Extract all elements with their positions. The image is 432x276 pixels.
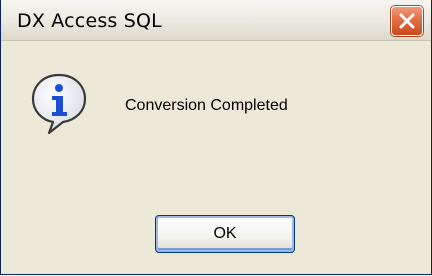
dialog-message: Conversion Completed [125, 97, 288, 114]
close-icon [399, 13, 415, 29]
window-title: DX Access SQL [17, 10, 162, 32]
dialog-body: Conversion Completed OK [1, 41, 431, 274]
title-bar[interactable]: DX Access SQL [1, 0, 431, 41]
dialog-window: DX Access SQL Conversion Completed OK [0, 0, 432, 275]
ok-button[interactable]: OK [155, 215, 295, 253]
close-button[interactable] [391, 6, 423, 36]
information-icon [31, 73, 87, 135]
